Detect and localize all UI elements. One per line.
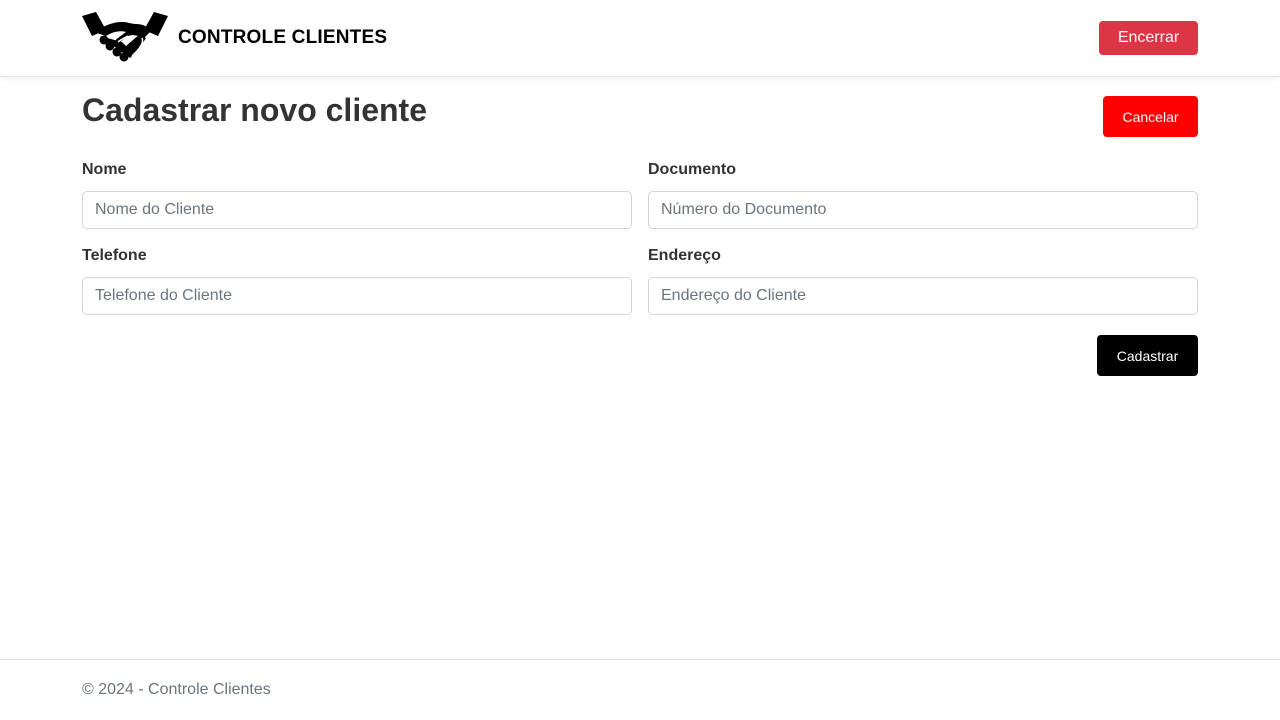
- nome-input[interactable]: [82, 191, 632, 229]
- footer: © 2024 - Controle Clientes: [0, 659, 1280, 720]
- cancel-button[interactable]: Cancelar: [1103, 96, 1198, 137]
- logout-button[interactable]: Encerrar: [1099, 21, 1198, 55]
- submit-button[interactable]: Cadastrar: [1097, 335, 1198, 376]
- nome-label: Nome: [82, 161, 127, 178]
- brand-title: CONTROLE CLIENTES: [178, 27, 388, 48]
- telefone-input[interactable]: [82, 277, 632, 315]
- endereco-label: Endereço: [648, 247, 721, 264]
- page-title: Cadastrar novo cliente: [82, 92, 427, 128]
- endereco-input[interactable]: [648, 277, 1198, 315]
- telefone-label: Telefone: [82, 247, 147, 264]
- brand-link[interactable]: CONTROLE CLIENTES: [82, 12, 387, 64]
- navbar: CONTROLE CLIENTES Encerrar: [0, 0, 1280, 77]
- documento-input[interactable]: [648, 191, 1198, 229]
- documento-label: Documento: [648, 161, 736, 178]
- handshake-icon: [82, 12, 168, 64]
- footer-copyright: © 2024 - Controle Clientes: [82, 681, 271, 698]
